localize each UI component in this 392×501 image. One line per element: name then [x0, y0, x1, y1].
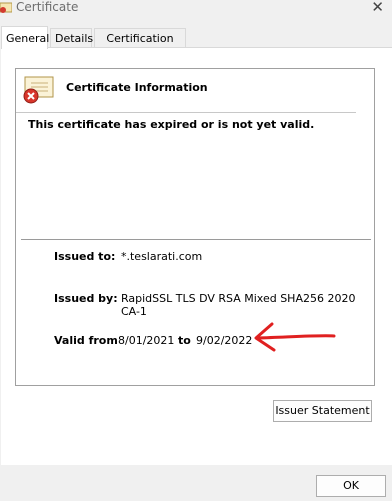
window-title: Certificate	[16, 0, 79, 14]
tab-general[interactable]: General	[1, 26, 49, 49]
tab-details[interactable]: Details	[50, 28, 93, 48]
certificate-status-message: This certificate has expired or is not y…	[28, 118, 315, 131]
certificate-information-heading: Certificate Information	[66, 81, 208, 94]
certificate-icon	[0, 2, 12, 13]
title-bar: Certificate ✕	[0, 0, 392, 18]
issued-by-label: Issued by:	[54, 292, 118, 305]
red-arrow-annotation-icon	[254, 322, 336, 352]
issued-to-value: *.teslarati.com	[121, 250, 203, 263]
divider	[21, 239, 371, 240]
ok-button[interactable]: OK	[316, 475, 386, 497]
tab-certification-path[interactable]: Certification Path	[94, 28, 186, 65]
valid-to-value: 9/02/2022	[196, 334, 253, 347]
issuer-statement-button[interactable]: Issuer Statement	[273, 400, 372, 422]
valid-from-value: 8/01/2021	[118, 334, 175, 347]
certificate-invalid-icon	[23, 76, 54, 104]
issued-by-value: RapidSSL TLS DV RSA Mixed SHA256 2020 CA…	[121, 292, 356, 318]
divider	[16, 112, 356, 113]
valid-to-label: to	[178, 334, 191, 347]
close-window-button[interactable]: ✕	[371, 0, 384, 16]
valid-from-label: Valid from	[54, 334, 118, 347]
issued-to-label: Issued to:	[54, 250, 116, 263]
